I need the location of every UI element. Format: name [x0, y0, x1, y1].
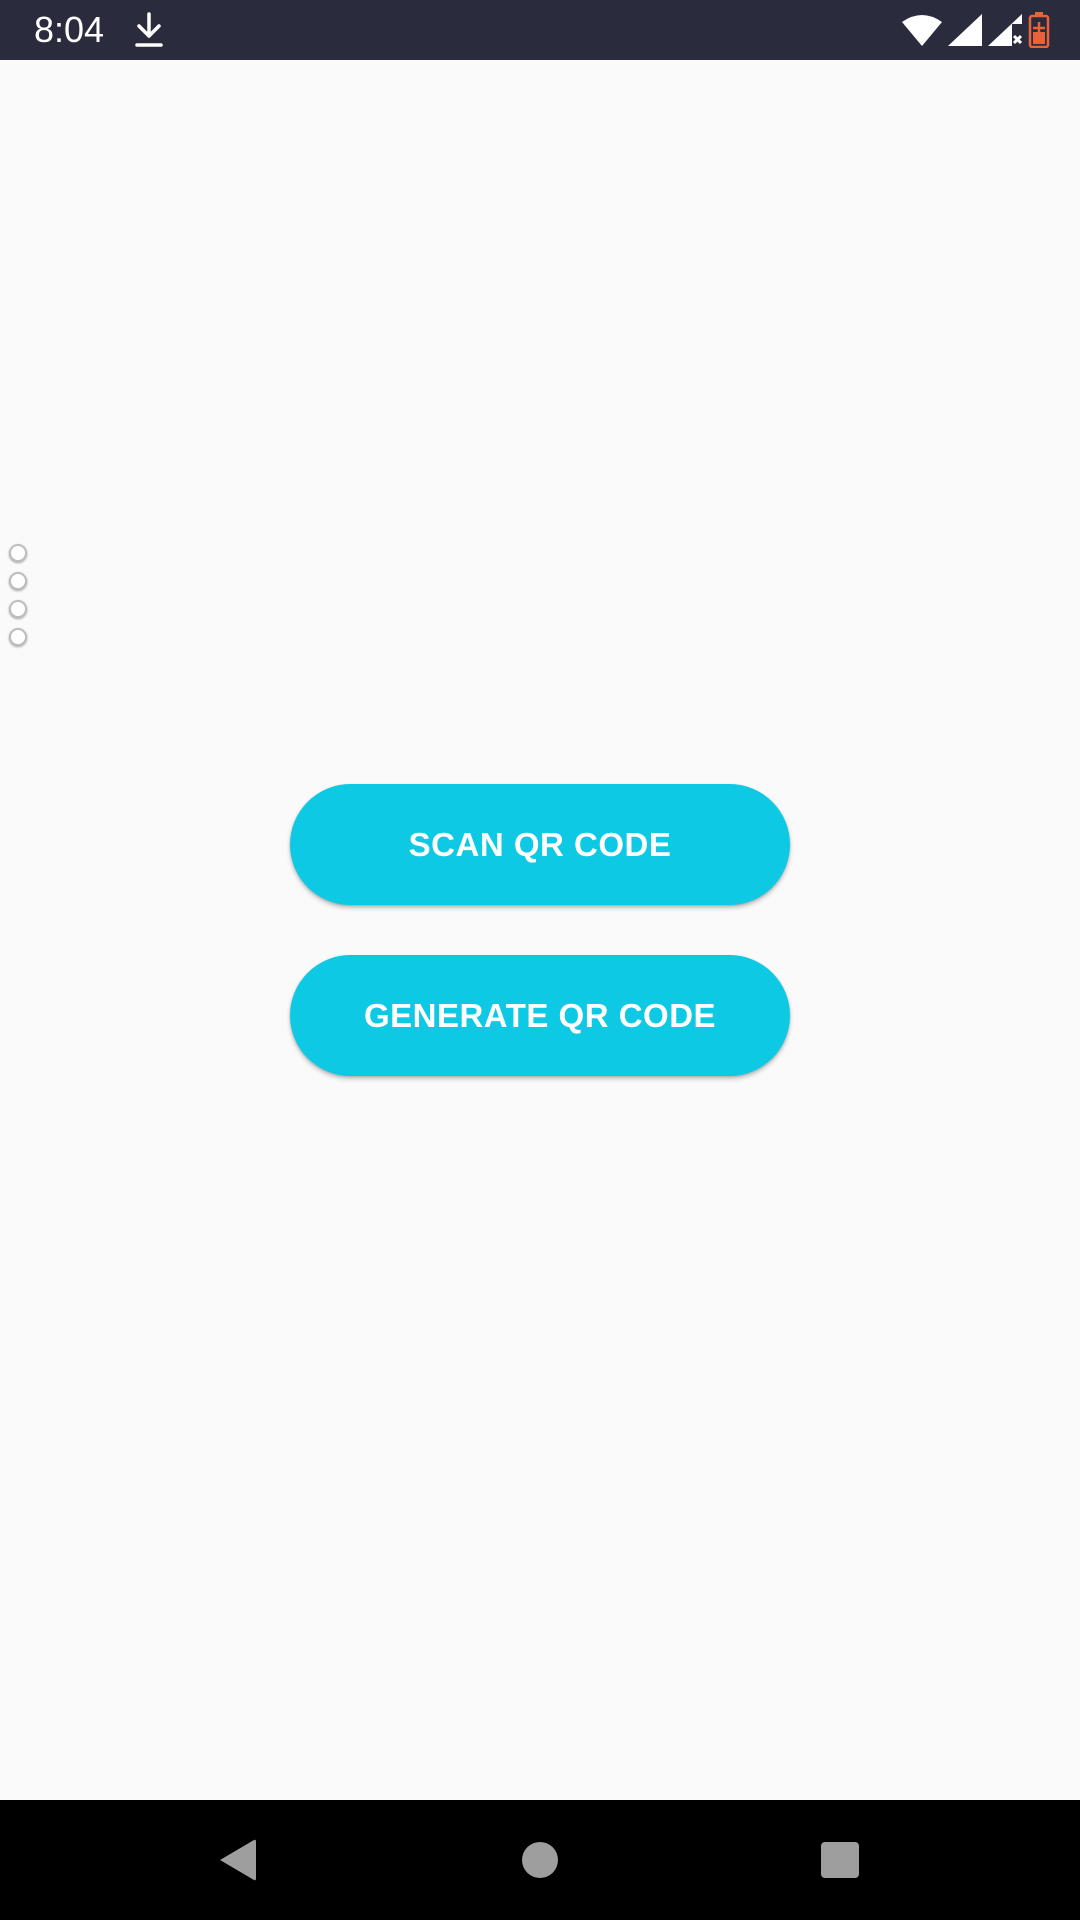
signal-icon: [948, 14, 982, 46]
back-icon[interactable]: [218, 1838, 258, 1882]
navigation-bar: [0, 1800, 1080, 1920]
indicator-dot[interactable]: [9, 600, 27, 618]
app-screen: 8:04 SCAN QR CODE GENERATE QR CODE: [0, 0, 1080, 1920]
side-indicator-dots: [9, 544, 33, 656]
download-icon: [133, 12, 165, 48]
signal-no-data-icon: [988, 14, 1022, 46]
generate-qr-code-button[interactable]: GENERATE QR CODE: [290, 955, 790, 1076]
wifi-icon: [902, 14, 942, 46]
main-content: SCAN QR CODE GENERATE QR CODE: [0, 60, 1080, 1800]
battery-charging-icon: [1028, 12, 1050, 48]
indicator-dot[interactable]: [9, 544, 27, 562]
status-icons: [902, 10, 1050, 50]
home-icon[interactable]: [522, 1842, 558, 1878]
indicator-dot[interactable]: [9, 572, 27, 590]
status-bar: 8:04: [0, 0, 1080, 60]
recents-icon[interactable]: [821, 1842, 859, 1878]
status-time: 8:04: [34, 9, 105, 50]
indicator-dot[interactable]: [9, 628, 27, 646]
scan-qr-code-button[interactable]: SCAN QR CODE: [290, 784, 790, 905]
